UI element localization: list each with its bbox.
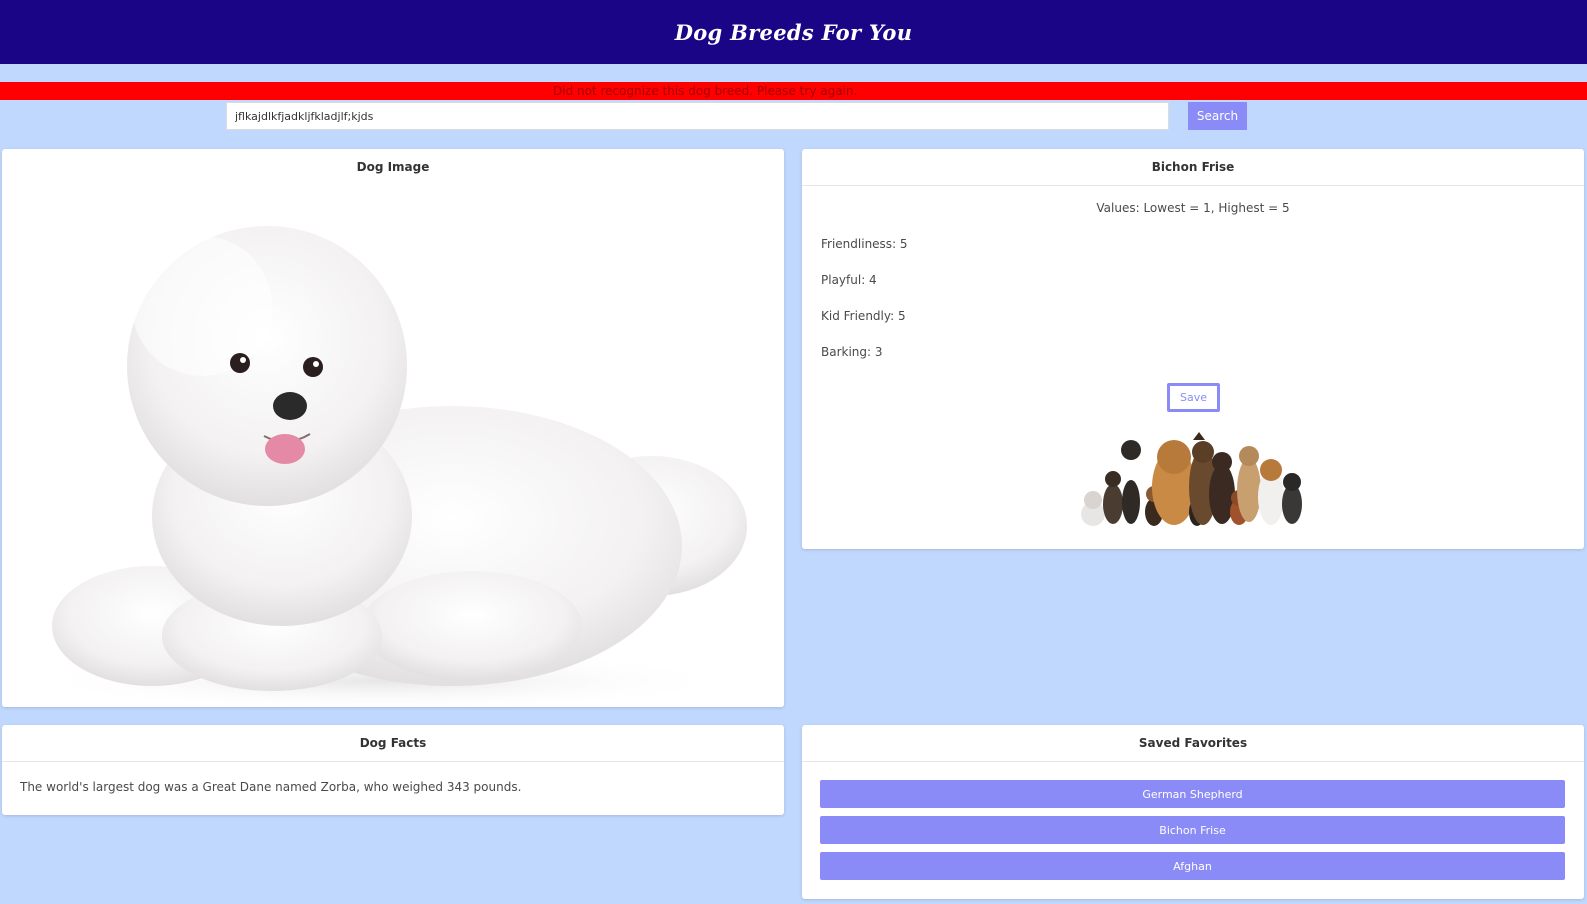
dog-fact-text: The world's largest dog was a Great Dane…: [20, 780, 522, 794]
values-scale-note: Values: Lowest = 1, Highest = 5: [1096, 201, 1290, 215]
trait-playful: Playful: 4: [821, 273, 877, 287]
trait-friendliness: Friendliness: 5: [821, 237, 908, 251]
favorite-item-bichon-frise[interactable]: Bichon Frise: [820, 816, 1565, 844]
saved-favorites-card: Saved Favorites German Shepherd Bichon F…: [802, 725, 1584, 899]
dog-image-card: Dog Image: [2, 149, 784, 707]
breed-name: Bichon Frise: [802, 149, 1584, 186]
breed-search-input[interactable]: [226, 102, 1169, 130]
save-button[interactable]: Save: [1167, 383, 1220, 412]
saved-favorites-title: Saved Favorites: [802, 725, 1584, 762]
dog-facts-card: Dog Facts The world's largest dog was a …: [2, 725, 784, 815]
breed-info-card: Bichon Frise Values: Lowest = 1, Highest…: [802, 149, 1584, 549]
dog-facts-title: Dog Facts: [2, 725, 784, 762]
favorite-item-afghan[interactable]: Afghan: [820, 852, 1565, 880]
trait-barking: Barking: 3: [821, 345, 883, 359]
dog-image-card-title: Dog Image: [356, 160, 430, 174]
dog-photo: [2, 186, 784, 707]
search-button[interactable]: Search: [1188, 102, 1247, 130]
error-message: Did not recognize this dog breed. Please…: [553, 84, 858, 98]
app-header: Dog Breeds For You: [0, 0, 1587, 64]
bichon-frise-photo: [22, 226, 747, 707]
error-banner: Did not recognize this dog breed. Please…: [0, 82, 1587, 100]
app-title: Dog Breeds For You: [674, 19, 913, 45]
trait-kid-friendly: Kid Friendly: 5: [821, 309, 906, 323]
dog-group-image: [1081, 432, 1302, 526]
favorite-item-german-shepherd[interactable]: German Shepherd: [820, 780, 1565, 808]
